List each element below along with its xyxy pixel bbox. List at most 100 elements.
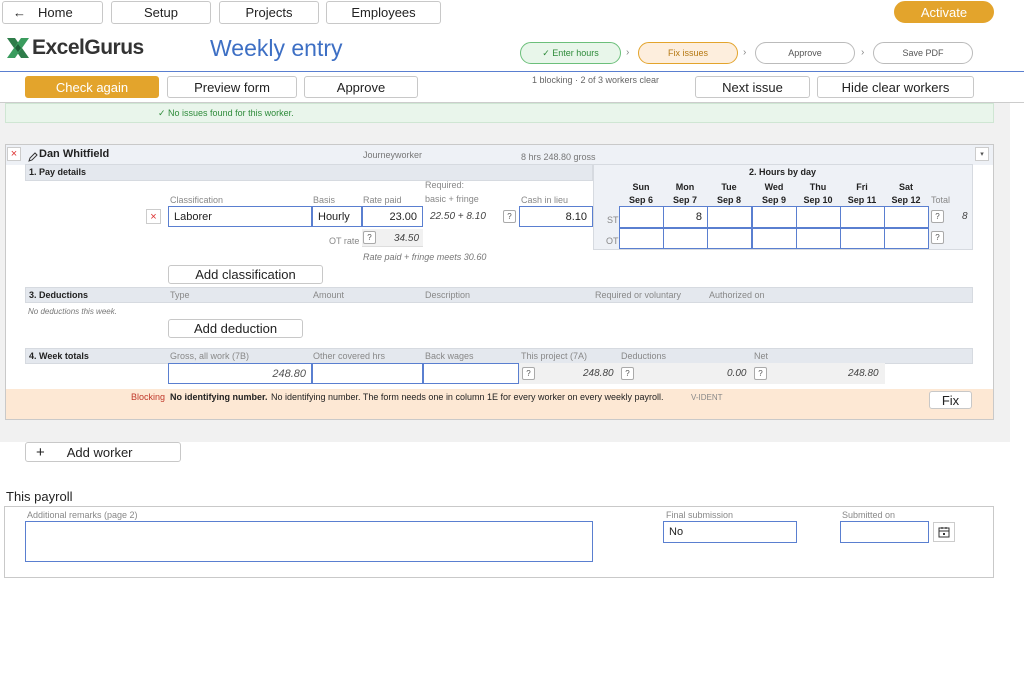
excelgurus-logo-icon bbox=[7, 38, 29, 58]
this-project-help-icon[interactable]: ? bbox=[522, 367, 535, 380]
add-worker-button[interactable]: + Add worker bbox=[25, 442, 181, 462]
day-name: Sat bbox=[898, 182, 913, 192]
prev-worker-ok-text: ✓ No issues found for this worker. bbox=[158, 108, 294, 118]
st-hours-cell[interactable]: 8 bbox=[663, 206, 708, 228]
setup-button[interactable]: Setup bbox=[111, 1, 211, 24]
step-fix-issues[interactable]: Fix issues bbox=[638, 42, 738, 64]
add-deduction-button[interactable]: Add deduction bbox=[168, 319, 303, 338]
rate-paid-field[interactable]: 23.00 bbox=[362, 206, 423, 227]
deduction-authorized-header: Authorized on bbox=[709, 290, 765, 300]
deductions-total-header: Deductions bbox=[621, 351, 667, 361]
worker-summary: 8 hrs 248.80 gross bbox=[521, 152, 596, 162]
final-submission-select[interactable]: No bbox=[663, 521, 797, 543]
approve-button[interactable]: Approve bbox=[304, 76, 418, 98]
final-submission-label: Final submission bbox=[666, 510, 734, 520]
ot-hours-cell[interactable] bbox=[796, 228, 841, 249]
deduction-type-header: Type bbox=[170, 290, 190, 300]
issue-text: No identifying number. The form needs on… bbox=[271, 392, 664, 402]
day-name: Sun bbox=[632, 182, 650, 192]
ot-hours-cell[interactable] bbox=[663, 228, 708, 249]
day-date: Sep 10 bbox=[803, 195, 833, 205]
ot-rate-label: OT rate bbox=[329, 236, 360, 246]
step-enter-hours[interactable]: ✓ Enter hours bbox=[520, 42, 621, 64]
net-header: Net bbox=[754, 351, 769, 361]
required-sub-header: basic + fringe bbox=[425, 194, 479, 204]
fix-button[interactable]: Fix bbox=[929, 391, 972, 409]
no-deductions-text: No deductions this week. bbox=[28, 307, 117, 316]
next-issue-button[interactable]: Next issue bbox=[695, 76, 810, 98]
ot-rate-value: 34.50 bbox=[394, 233, 420, 244]
other-hours-field[interactable] bbox=[312, 363, 423, 384]
preview-form-button[interactable]: Preview form bbox=[167, 76, 297, 98]
edit-pencil-icon[interactable] bbox=[28, 149, 38, 162]
home-button[interactable]: ← Home bbox=[2, 1, 103, 24]
st-hours-cell[interactable] bbox=[884, 206, 929, 228]
st-hours-cell[interactable] bbox=[796, 206, 841, 228]
gross-field[interactable]: 248.80 bbox=[168, 363, 312, 384]
st-hours-cell[interactable] bbox=[752, 206, 797, 228]
back-wages-field[interactable] bbox=[423, 363, 519, 384]
ot-total-help-icon[interactable]: ? bbox=[931, 231, 944, 244]
submitted-on-field[interactable] bbox=[840, 521, 929, 543]
header-divider bbox=[0, 71, 1024, 72]
remarks-label: Additional remarks (page 2) bbox=[27, 510, 138, 520]
chevron-right-icon: › bbox=[743, 47, 747, 58]
other-hours-header: Other covered hrs bbox=[313, 351, 386, 361]
worker-header-bar bbox=[6, 145, 993, 165]
employees-button[interactable]: Employees bbox=[326, 1, 441, 24]
day-date: Sep 8 bbox=[716, 195, 741, 205]
remove-classification-close-icon[interactable]: × bbox=[146, 209, 161, 224]
st-hours-cell[interactable] bbox=[707, 206, 752, 228]
worker-name: Dan Whitfield bbox=[39, 148, 110, 160]
ot-hours-cell[interactable] bbox=[884, 228, 929, 249]
hide-clear-workers-button[interactable]: Hide clear workers bbox=[817, 76, 974, 98]
submitted-on-label: Submitted on bbox=[842, 510, 896, 520]
cash-in-lieu-field[interactable]: 8.10 bbox=[519, 206, 593, 227]
ot-hours-cell[interactable] bbox=[619, 228, 664, 249]
page-title: Weekly entry bbox=[210, 35, 343, 61]
required-header: Required: bbox=[425, 180, 465, 190]
net-help-icon[interactable]: ? bbox=[754, 367, 767, 380]
day-date: Sep 11 bbox=[847, 195, 877, 205]
rate-paid-header: Rate paid bbox=[363, 195, 402, 205]
day-date: Sep 9 bbox=[761, 195, 786, 205]
ot-hours-cell[interactable] bbox=[840, 228, 885, 249]
remove-worker-close-icon[interactable]: × bbox=[7, 147, 21, 161]
day-date: Sep 7 bbox=[672, 195, 697, 205]
day-name: Wed bbox=[764, 182, 784, 192]
step-save-pdf[interactable]: Save PDF bbox=[873, 42, 973, 64]
deductions-help-icon[interactable]: ? bbox=[621, 367, 634, 380]
hours-section: 2. Hours by day bbox=[749, 167, 817, 177]
day-name: Tue bbox=[721, 182, 737, 192]
home-label: Home bbox=[38, 5, 73, 20]
ot-rate-help-icon-front[interactable]: ? bbox=[363, 231, 376, 244]
st-total-help-icon[interactable]: ? bbox=[931, 210, 944, 223]
classification-field[interactable]: Laborer bbox=[168, 206, 312, 227]
check-again-button[interactable]: Check again bbox=[25, 76, 159, 98]
required-help-icon[interactable]: ? bbox=[503, 210, 516, 223]
logo: ExcelGurus bbox=[5, 34, 144, 62]
issue-level: Blocking bbox=[131, 392, 166, 402]
ot-hours-cell[interactable] bbox=[752, 228, 797, 249]
st-hours-cell[interactable] bbox=[619, 206, 664, 228]
plus-icon: + bbox=[36, 443, 45, 461]
calendar-icon[interactable] bbox=[933, 522, 955, 542]
projects-button[interactable]: Projects bbox=[219, 1, 319, 24]
chevron-right-icon: › bbox=[861, 47, 865, 58]
day-name: Fri bbox=[856, 182, 868, 192]
add-classification-button[interactable]: Add classification bbox=[168, 265, 323, 284]
rate-note: Rate paid + fringe meets 30.60 bbox=[363, 252, 487, 262]
collapse-chevron-down-icon[interactable]: ▾ bbox=[975, 147, 989, 161]
step-approve[interactable]: Approve bbox=[755, 42, 855, 64]
st-hours-cell[interactable] bbox=[840, 206, 885, 228]
week-totals-section: 4. Week totals bbox=[25, 348, 973, 364]
this-project-value: 248.80 bbox=[583, 368, 614, 379]
issue-code: V-IDENT bbox=[691, 393, 723, 402]
required-value: 22.50 + 8.10 bbox=[430, 211, 486, 222]
basis-select[interactable]: Hourly bbox=[312, 206, 362, 227]
deduction-amount-header: Amount bbox=[313, 290, 345, 300]
day-name: Mon bbox=[675, 182, 695, 192]
remarks-textarea[interactable] bbox=[25, 521, 593, 562]
activate-button[interactable]: Activate bbox=[894, 1, 994, 23]
ot-hours-cell[interactable] bbox=[707, 228, 752, 249]
